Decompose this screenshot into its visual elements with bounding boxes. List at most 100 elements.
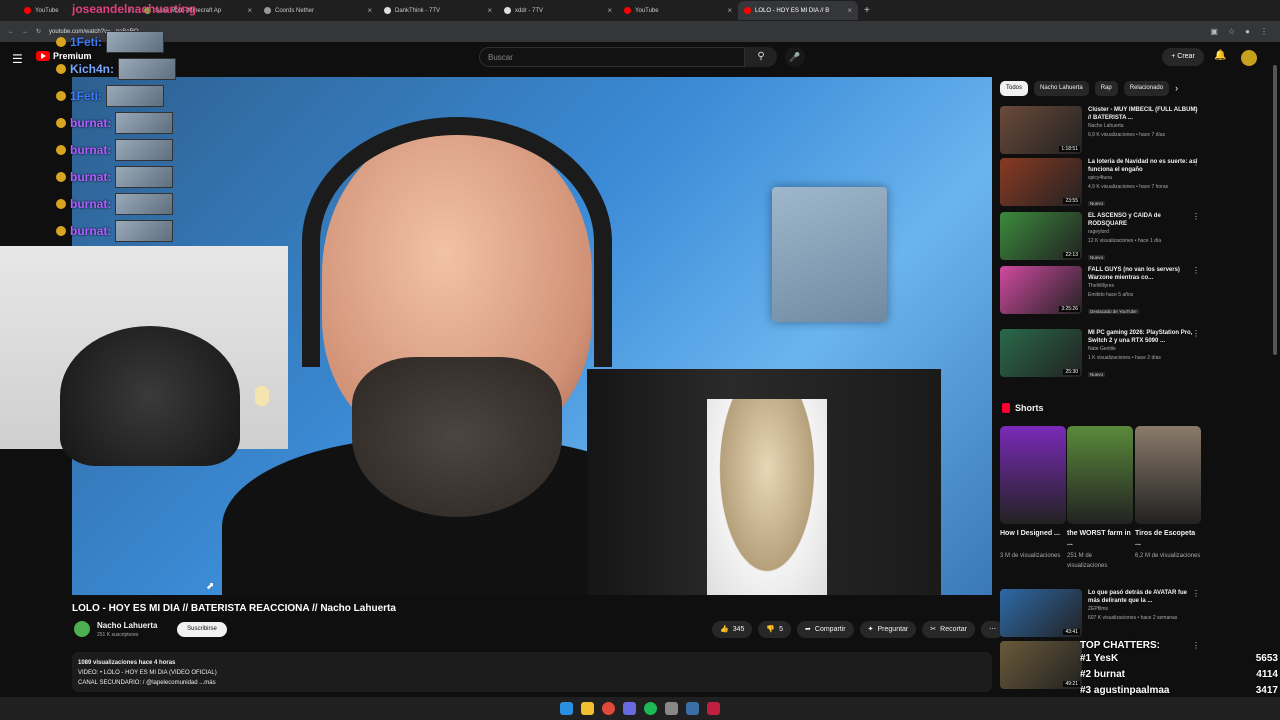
video-more-icon[interactable]: ⋮ [1192, 329, 1200, 338]
chat-message: 1Feti: [56, 28, 206, 55]
hamburger-menu-icon[interactable]: ☰ [12, 52, 23, 66]
dislike-button[interactable]: 👎 5 [758, 621, 792, 638]
tab-close-icon[interactable]: × [727, 6, 732, 15]
dislike-count: 5 [779, 626, 784, 633]
tab-label: YouTube [35, 7, 59, 14]
tab-close-icon[interactable]: × [847, 6, 852, 15]
spotify-icon[interactable] [644, 702, 657, 715]
video-more-icon[interactable]: ⋮ [1192, 158, 1200, 167]
clip-button[interactable]: ✂ Recortar [922, 621, 975, 638]
create-button[interactable]: + Crear [1162, 48, 1204, 66]
chat-emote-image [106, 30, 165, 53]
page-scrollbar[interactable] [1273, 65, 1277, 355]
account-avatar[interactable] [1241, 50, 1257, 66]
chrome-icon[interactable] [602, 702, 615, 715]
video-meta: Emitido hace 5 años [1088, 292, 1134, 298]
browser-tab[interactable]: LOLO - HOY ES MI DIA // B × [738, 1, 858, 20]
tab-close-icon[interactable]: × [367, 6, 372, 15]
tab-close-icon[interactable]: × [247, 6, 252, 15]
short-title[interactable]: Tiros de Escopeta ... [1135, 529, 1201, 549]
short-thumbnail[interactable] [1067, 426, 1133, 524]
video-thumbnail[interactable]: 49:21 [1000, 641, 1082, 689]
windows-start-icon[interactable] [560, 702, 573, 715]
video-thumbnail[interactable]: 1:18:51 [1000, 106, 1082, 154]
extension-icon[interactable]: ▣ [1210, 27, 1218, 36]
file-explorer-icon[interactable] [581, 702, 594, 715]
share-button[interactable]: ➦ Compartir [797, 621, 854, 638]
back-icon[interactable]: ← [8, 29, 14, 35]
video-thumbnail[interactable]: 3:25:26 [1000, 266, 1082, 314]
headphones [302, 117, 612, 367]
browser-menu-icon[interactable]: ⋮ [1260, 27, 1268, 36]
short-title[interactable]: How I Designed ... [1000, 529, 1066, 539]
tab-close-icon[interactable]: × [607, 6, 612, 15]
tab-label: LOLO - HOY ES MI DIA // B [755, 7, 830, 14]
video-badge: Nuevo [1088, 372, 1106, 377]
video-more-icon[interactable]: ⋮ [1192, 266, 1200, 275]
chat-emote-icon [56, 117, 66, 128]
ask-button[interactable]: ✦ Preguntar [859, 621, 917, 638]
video-more-icon[interactable]: ⋮ [1192, 212, 1200, 221]
search-input[interactable]: Buscar [479, 47, 745, 67]
video-more-icon[interactable]: ⋮ [1192, 589, 1200, 598]
video-info: La lotería de Navidad no es suerte: así … [1088, 158, 1198, 206]
like-button[interactable]: 👍 345 [712, 621, 753, 638]
windows-taskbar [0, 697, 1280, 720]
subscribe-button[interactable]: Suscribirse [177, 622, 227, 637]
top-chatter-rank: #1 [1080, 653, 1092, 664]
profile-icon[interactable]: ● [1245, 27, 1250, 36]
short-title[interactable]: the WORST farm in ... [1067, 529, 1133, 549]
discord-icon[interactable] [623, 702, 636, 715]
tab-close-icon[interactable]: × [487, 6, 492, 15]
video-thumbnail[interactable]: 22:13 [1000, 212, 1082, 260]
recommended-video[interactable]: 23:55 La lotería de Navidad no es suerte:… [1000, 158, 1200, 206]
recommended-video[interactable]: 25:30 MI PC gaming 2026: PlayStation Pro,… [1000, 329, 1200, 377]
browser-tab[interactable]: DankThink - 7TV × [378, 1, 498, 20]
mic-icon: 🎤 [789, 52, 801, 62]
new-tab-button[interactable]: + [864, 5, 870, 16]
chat-emote-image [106, 84, 165, 107]
filter-chip[interactable]: Relacionado [1123, 81, 1170, 96]
video-badge: Destacado de YouTube [1088, 309, 1139, 314]
voice-search-button[interactable]: 🎤 [785, 47, 805, 67]
video-channel: Nacho Lahuerta [1088, 123, 1124, 129]
forward-icon[interactable]: → [22, 29, 28, 35]
recommended-video[interactable]: 22:13 EL ASCENSO y CAIDA de RODSQUARE rage… [1000, 212, 1200, 260]
tab-label: DankThink - 7TV [395, 7, 441, 14]
channel-avatar[interactable] [74, 621, 90, 637]
chips-next-chevron-icon[interactable]: › [1175, 81, 1178, 96]
description-box[interactable]: 1089 visualizaciones hace 4 horas VIDEO:… [72, 652, 992, 692]
video-thumbnail[interactable]: 25:30 [1000, 329, 1082, 377]
description-line-2: CANAL SECUNDARIO: / @lapelecomunidad ...… [78, 680, 216, 686]
short-thumbnail[interactable] [1000, 426, 1066, 524]
video-thumbnail[interactable]: 43:41 [1000, 589, 1082, 637]
channel-name[interactable]: Nacho Lahuerta [97, 621, 157, 630]
steam-icon[interactable] [686, 702, 699, 715]
filter-chip[interactable]: Rap [1094, 81, 1118, 96]
streamer-webcam [0, 246, 288, 466]
chat-overlay: 1Feti: Kich4n: 1Feti: burnat: burnat: burnat:… [56, 28, 206, 244]
bookmark-star-icon[interactable]: ☆ [1228, 27, 1235, 36]
filter-chip[interactable]: Todos [1000, 81, 1029, 96]
recommended-video[interactable]: 1:18:51 Clúster - MUY IMBECIL (FULL ALBUM… [1000, 106, 1200, 154]
app-icon[interactable] [665, 702, 678, 715]
browser-tab[interactable]: xddr - 7TV × [498, 1, 618, 20]
search-button[interactable]: ⚲ [745, 47, 777, 67]
notifications-bell-icon[interactable]: 🔔 [1214, 50, 1226, 61]
top-chatter-row: #2 burnat 4114 [1080, 667, 1278, 683]
recommended-video[interactable]: 43:41 Lo que pasó detrás de AVATAR fue má… [1000, 589, 1200, 637]
browser-tab[interactable]: YouTube × [618, 1, 738, 20]
tab-favicon-icon [744, 7, 751, 14]
video-info: MI PC gaming 2026: PlayStation Pro, Swit… [1088, 329, 1198, 377]
video-actions: 👍 345 👎 5 ➦ Compartir ✦ Preguntar ✂ Recortar … [712, 621, 1004, 638]
obs-icon[interactable] [707, 702, 720, 715]
thumbs-up-icon: 👍 [720, 626, 729, 633]
chat-emote-icon [56, 198, 66, 209]
video-thumbnail[interactable]: 23:55 [1000, 158, 1082, 206]
short-thumbnail[interactable] [1135, 426, 1201, 524]
reload-icon[interactable]: ↻ [36, 28, 41, 35]
filter-chip[interactable]: Nacho Lahuerta [1034, 81, 1089, 96]
browser-tab[interactable]: Coords Nether × [258, 1, 378, 20]
video-more-icon[interactable]: ⋮ [1192, 106, 1200, 115]
recommended-video[interactable]: 3:25:26 FALL GUYS (no van los servers) Wa… [1000, 266, 1200, 314]
